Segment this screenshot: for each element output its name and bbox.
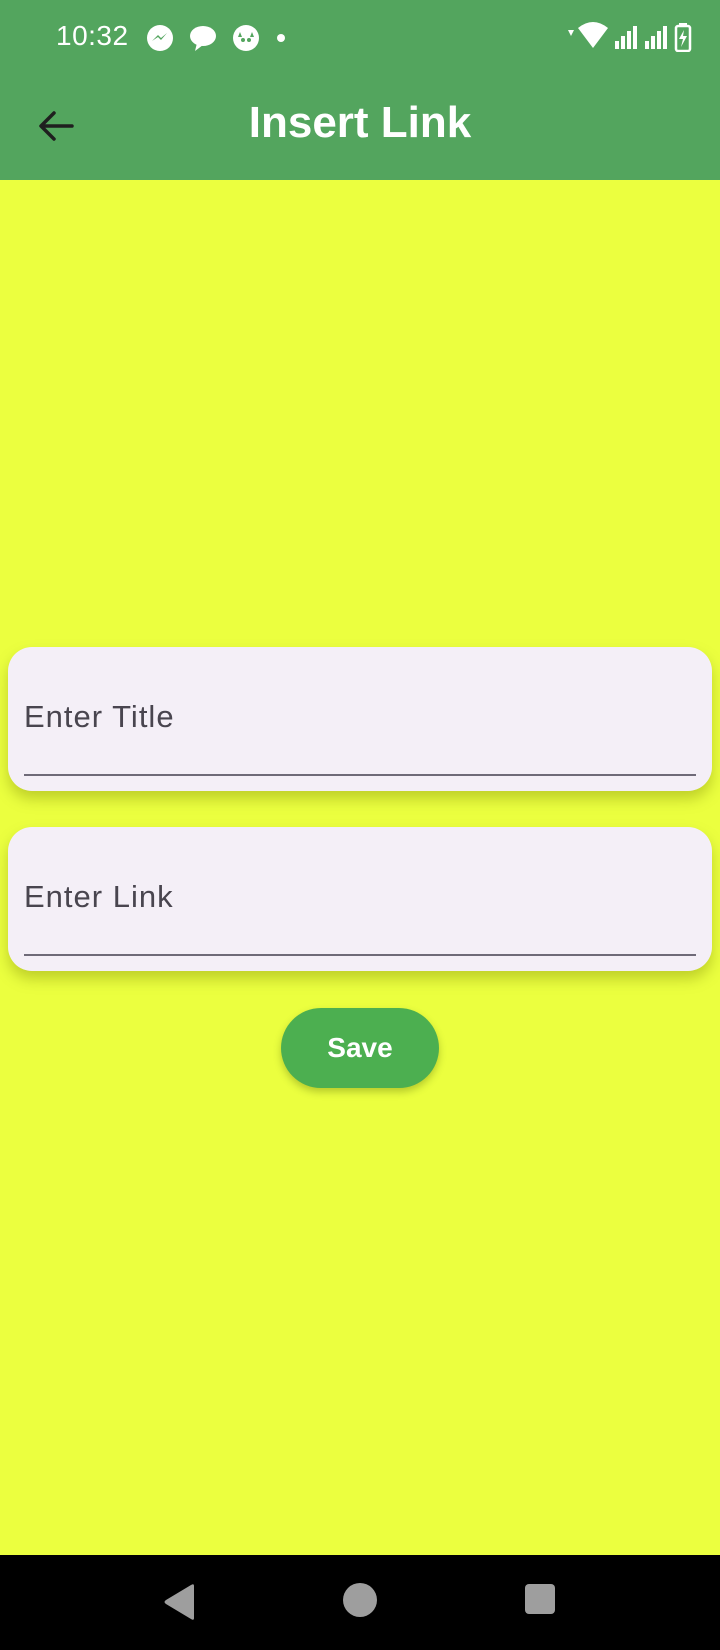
wifi-icon <box>566 22 608 52</box>
navigation-bar <box>0 1555 720 1650</box>
status-time: 10:32 <box>56 20 129 51</box>
signal-icon <box>614 23 638 51</box>
link-field[interactable] <box>24 867 696 937</box>
title-field-card[interactable]: Enter Title <box>8 647 712 791</box>
signal-icon-2 <box>644 23 668 51</box>
home-circle-icon[interactable] <box>342 1582 378 1623</box>
status-bar: 10:32 <box>0 0 720 74</box>
title-field-underline <box>24 774 696 776</box>
notification-icons <box>146 24 288 52</box>
link-field-underline <box>24 954 696 956</box>
save-button[interactable]: Save <box>281 1008 439 1088</box>
page-title: Insert Link <box>248 98 472 147</box>
toolbar: Insert Link <box>0 74 720 180</box>
app-bar: 10:32 Insert Link <box>0 0 720 180</box>
chat-bubble-icon <box>188 24 218 52</box>
battery-charging-icon <box>674 22 692 52</box>
link-field-card[interactable]: Enter Link <box>8 827 712 971</box>
messenger-icon <box>146 24 174 52</box>
back-triangle-icon[interactable] <box>162 1583 196 1626</box>
cat-face-icon <box>232 24 260 52</box>
system-icons <box>566 22 692 52</box>
recents-square-icon[interactable] <box>524 1583 556 1620</box>
title-field[interactable] <box>24 687 696 757</box>
dot-icon <box>274 24 288 52</box>
